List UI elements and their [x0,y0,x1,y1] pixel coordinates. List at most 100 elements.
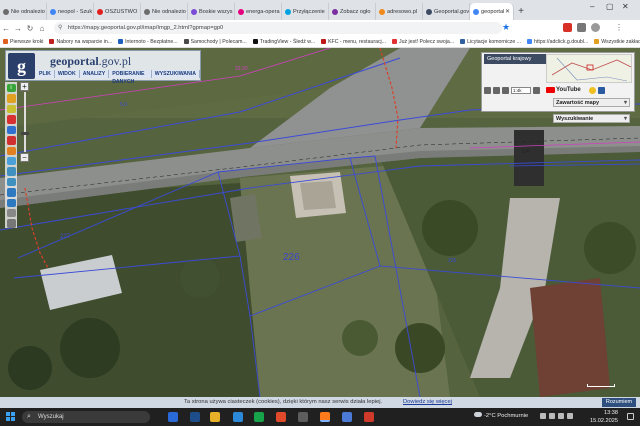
settings-icon[interactable] [6,219,16,228]
pdf-reader-icon[interactable] [364,412,374,422]
bookmark-item[interactable]: https://adclick.g.doubl... [524,39,591,45]
tab-label: neopol - Szuk [58,8,93,15]
hand-pan-icon[interactable] [6,94,16,103]
bookmark-item[interactable]: Nabory na wsparcie in... [46,39,115,45]
reload-icon[interactable]: ↻ [24,24,36,33]
maximize-window-icon[interactable]: ▢ [606,2,614,11]
browser-tab[interactable]: Przyłączenie [282,3,329,20]
store-app-icon[interactable] [254,412,264,422]
site-info-icon[interactable]: ⚲ [58,22,62,34]
browser-tab[interactable]: Boskie wszys [188,3,235,20]
tray-chevron-icon[interactable] [540,413,546,419]
task-view-icon[interactable] [168,412,178,422]
pencil-icon[interactable] [6,146,16,155]
bookmark-item[interactable]: Już jest! Polecz swoja... [389,39,457,45]
notification-icon[interactable] [627,413,634,420]
menu-item-wyszukiwania[interactable]: WYSZUKIWANIA [151,70,200,78]
print-map-icon[interactable] [484,86,491,94]
print-icon[interactable] [6,209,16,218]
home-icon[interactable]: ⌂ [36,24,48,33]
geoportal-site-name[interactable]: geoportal.gov.pl [50,54,131,69]
app-icon[interactable] [298,412,308,422]
battery-icon[interactable] [567,413,573,419]
zoom-in-tool-icon[interactable] [6,167,16,176]
browser-tab[interactable]: neopol - Szuk [47,3,94,20]
bookmark-item[interactable]: Wszystkie zakładki [591,39,640,45]
browser-tab[interactable]: geoportal ✕ [470,3,514,20]
windows-start-icon[interactable] [6,412,16,422]
menu-item-widok[interactable]: WIDOK [54,70,80,78]
next-view-icon[interactable] [6,198,16,208]
scale-select[interactable]: 1:4k [511,86,531,94]
forward-icon[interactable]: → [12,24,24,33]
taskbar-clock[interactable]: 13:38 15.02.2025 [590,409,618,425]
browser-tab[interactable]: Nie odnalezio [0,3,47,20]
map-viewport[interactable]: 227 225 1/4 23,20 5,0 g geoportal.gov.pl… [0,48,640,397]
overview-minimap[interactable] [546,54,632,83]
browser-tab[interactable]: Nie odnalezio [141,3,188,20]
file-explorer-icon[interactable] [210,412,220,422]
browser-tab[interactable]: adresowo.pl [376,3,423,20]
youtube-link[interactable]: YouTube [546,87,581,93]
edge-browser-icon[interactable] [233,412,243,422]
menu-item-analizy[interactable]: ANALIZY [79,70,110,78]
volume-icon[interactable] [558,413,564,419]
zoom-slider-handle[interactable] [20,132,29,135]
eye-icon[interactable] [597,86,605,94]
browser-tab[interactable]: Geoportal.gov [423,3,470,20]
search-panel-header[interactable]: Wyszukiwanie ▾ [553,114,630,123]
bookmark-star-icon[interactable]: ★ [502,23,511,32]
overview-title[interactable]: Geoportal krajowy [484,54,546,64]
back-icon[interactable]: ← [0,24,12,33]
link-icon[interactable] [502,86,509,94]
save-map-icon[interactable] [493,86,500,94]
brave-browser-icon[interactable] [276,412,286,422]
zoom-out-button[interactable]: − [20,153,29,162]
cookie-more-link[interactable]: Dowiedz się więcej [403,397,452,408]
browser-menu-icon[interactable]: ⋮ [615,23,624,32]
tab-favicon-icon [379,8,385,15]
help-icon[interactable] [533,86,540,94]
browser-tab[interactable]: Zobacz ogło [329,3,376,20]
url-input[interactable]: ⚲ https://mapy.geoportal.gov.pl/imap/Img… [54,22,502,34]
profile-avatar-icon[interactable] [591,23,600,32]
close-tab-icon[interactable]: ✕ [505,8,510,15]
zoom-out-tool-icon[interactable] [6,177,16,187]
downloads-icon[interactable] [577,23,586,32]
bookmark-label: Wszystkie zakładki [601,38,640,45]
taskbar-weather[interactable]: -2°C Pochmurnie [474,412,528,419]
bookmark-item[interactable]: KFC - menu, restauracj... [318,39,389,45]
layers-icon[interactable] [6,156,16,166]
info-tool-icon[interactable]: i [6,84,16,93]
taskbar-search-box[interactable]: ⌕ Wyszukaj [22,411,150,423]
new-tab-button[interactable]: + [514,3,528,20]
zoom-in-button[interactable]: + [20,82,29,91]
browser-tab[interactable]: OSZUSTWO [94,3,141,20]
menu-item-pobieranie-danych[interactable]: POBIERANIE DANYCH [109,70,152,85]
bookmark-item[interactable]: Samochody | Polecam... [181,39,250,45]
draw-tool-icon[interactable] [6,136,16,145]
bookmark-item[interactable]: TradingView - Śledź w... [250,39,318,45]
bookmark-item[interactable]: Licytacje komornicze ... [457,39,524,45]
menu-item-plik[interactable]: PLIK [36,70,55,78]
zoom-slider-track[interactable] [20,92,29,152]
bookmark-item[interactable]: Internoto - Bezpłatne... [115,39,180,45]
cloud-icon [474,412,482,417]
map-contents-panel-header[interactable]: Zawartość mapy ▾ [553,98,630,107]
network-icon[interactable] [549,413,555,419]
measure-distance-icon[interactable] [6,115,16,124]
browser-tab[interactable]: energa-opera [235,3,282,20]
minimize-window-icon[interactable]: – [590,2,594,11]
previous-view-icon[interactable] [6,188,16,197]
close-window-icon[interactable]: ✕ [622,2,629,11]
cookie-accept-button[interactable]: Rozumiem [602,398,636,407]
measure-area-icon[interactable] [6,125,16,135]
firefox-browser-icon[interactable] [320,412,330,422]
chrome-browser-icon[interactable] [342,412,352,422]
extension-icon[interactable] [563,23,572,32]
light-bulb-icon[interactable] [588,86,596,94]
geoportal-logo-icon[interactable]: g [8,53,35,79]
select-tool-icon[interactable] [6,104,16,114]
mail-app-icon[interactable] [190,412,200,422]
bookmark-item[interactable]: Pierwsze kroki [0,39,46,45]
